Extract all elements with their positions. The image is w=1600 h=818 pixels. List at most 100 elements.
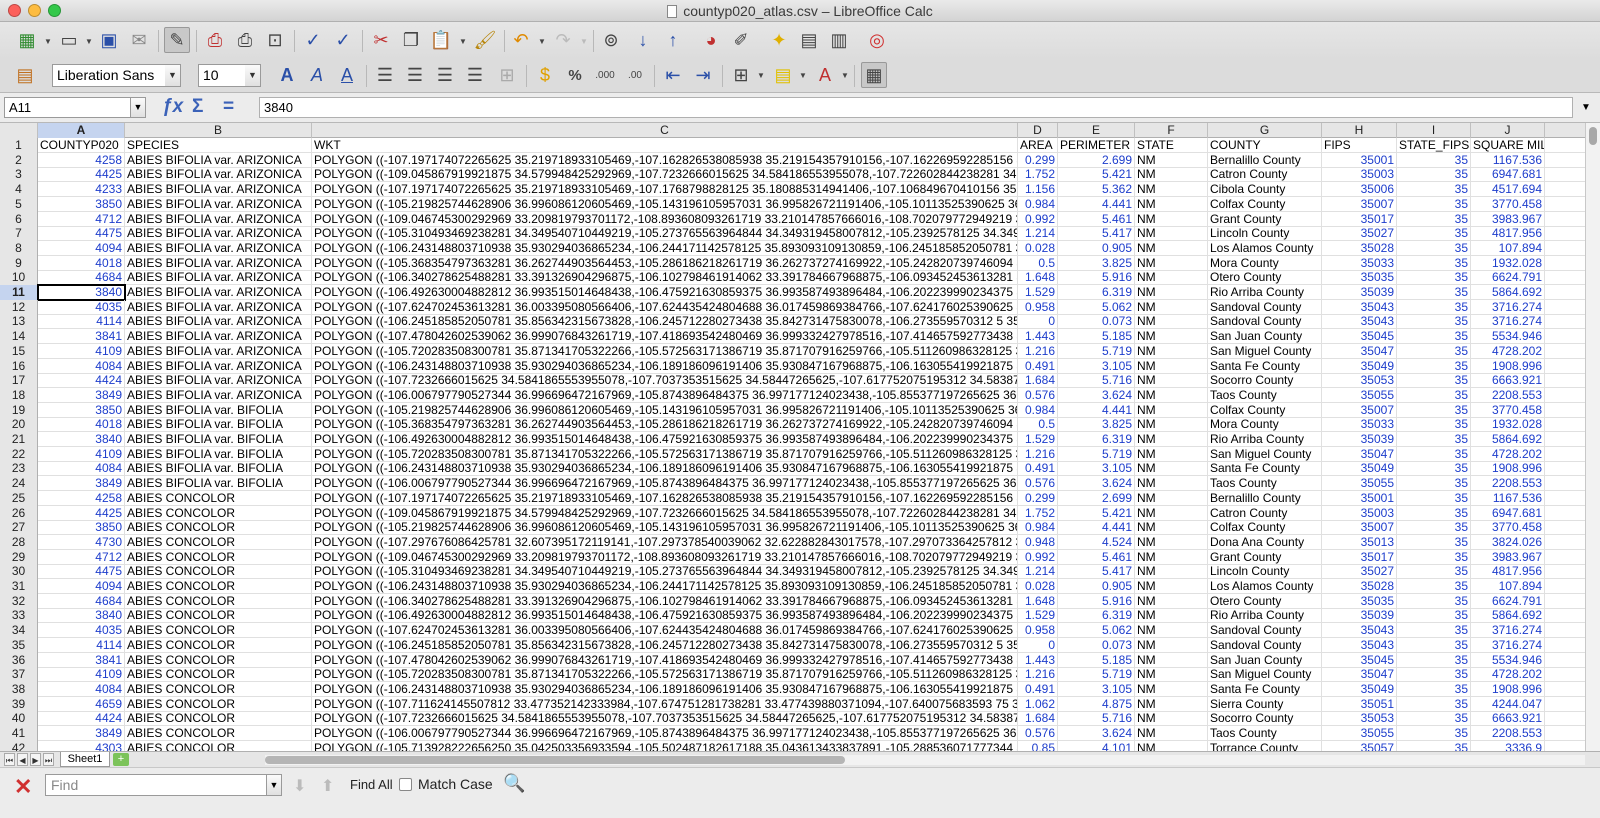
cell[interactable]: 35: [1397, 681, 1471, 697]
find-all-button[interactable]: Find All: [350, 777, 393, 792]
horizontal-scrollbar[interactable]: [265, 755, 1585, 765]
row-header[interactable]: 6: [0, 211, 38, 227]
cell[interactable]: 5.719: [1058, 446, 1135, 462]
cell[interactable]: San Miguel County: [1208, 343, 1322, 359]
cell[interactable]: 35043: [1322, 314, 1397, 330]
column-title-cell[interactable]: FIPS: [1322, 138, 1397, 153]
cell[interactable]: 35: [1397, 152, 1471, 168]
cell[interactable]: 4.101: [1058, 740, 1135, 751]
row-header[interactable]: 8: [0, 240, 38, 256]
cell[interactable]: 1.752: [1018, 505, 1058, 521]
cell[interactable]: ABIES BIFOLIA var. ARIZONICA: [125, 167, 312, 183]
vertical-scrollbar[interactable]: [1585, 123, 1600, 751]
cell[interactable]: NM: [1135, 314, 1208, 330]
cell[interactable]: 4475: [38, 564, 125, 580]
cell[interactable]: ABIES CONCOLOR: [125, 667, 312, 683]
cell[interactable]: 4035: [38, 299, 125, 315]
cell[interactable]: 3.624: [1058, 476, 1135, 492]
cell[interactable]: 1908.996: [1471, 461, 1545, 477]
cell[interactable]: 6.319: [1058, 432, 1135, 447]
cell[interactable]: 0.576: [1018, 726, 1058, 741]
cell[interactable]: POLYGON ((-106.245185852050781 35.856342…: [312, 314, 1018, 330]
cell[interactable]: 1932.028: [1471, 417, 1545, 433]
column-title-cell[interactable]: STATE: [1135, 138, 1208, 153]
cell[interactable]: 0.5: [1018, 417, 1058, 433]
font-color-icon[interactable]: A: [812, 62, 838, 88]
cell[interactable]: 35: [1397, 329, 1471, 345]
clone-formatting-icon[interactable]: 🖌: [472, 27, 498, 53]
cell[interactable]: 6.319: [1058, 285, 1135, 300]
row-header[interactable]: 34: [0, 623, 38, 639]
row-header[interactable]: 36: [0, 652, 38, 668]
cell[interactable]: 4684: [38, 593, 125, 609]
cell[interactable]: NM: [1135, 461, 1208, 477]
cell[interactable]: POLYGON ((-109.046745300292969 33.209819…: [312, 549, 1018, 565]
cell[interactable]: NM: [1135, 270, 1208, 286]
cell[interactable]: POLYGON ((-105.720283508300781 35.871341…: [312, 343, 1018, 359]
cell[interactable]: ABIES BIFOLIA var. ARIZONICA: [125, 240, 312, 256]
cell[interactable]: 35: [1397, 637, 1471, 653]
cell[interactable]: 1.156: [1018, 182, 1058, 198]
cell[interactable]: 3841: [38, 652, 125, 668]
cell[interactable]: Colfax County: [1208, 196, 1322, 212]
cell[interactable]: POLYGON ((-105.720283508300781 35.871341…: [312, 667, 1018, 683]
cell[interactable]: ABIES BIFOLIA var. ARIZONICA: [125, 343, 312, 359]
cell[interactable]: POLYGON ((-105.368354797363281 36.262744…: [312, 417, 1018, 433]
cell[interactable]: 4728.202: [1471, 446, 1545, 462]
cell[interactable]: NM: [1135, 681, 1208, 697]
previous-sheet-icon[interactable]: ◀: [17, 753, 28, 766]
column-header-b[interactable]: B: [125, 123, 312, 138]
cell[interactable]: NM: [1135, 564, 1208, 580]
cell[interactable]: ABIES CONCOLOR: [125, 726, 312, 741]
cell[interactable]: ABIES BIFOLIA var. ARIZONICA: [125, 196, 312, 212]
cell[interactable]: 1.529: [1018, 285, 1058, 300]
cell[interactable]: 35: [1397, 740, 1471, 751]
cell[interactable]: ABIES CONCOLOR: [125, 505, 312, 521]
cell[interactable]: 4109: [38, 343, 125, 359]
cell[interactable]: POLYGON ((-106.492630004882812 36.993515…: [312, 608, 1018, 624]
row-header[interactable]: 18: [0, 387, 38, 403]
chevron-down-icon[interactable]: ▼: [580, 37, 588, 46]
cell[interactable]: POLYGON ((-106.006797790527344 36.996696…: [312, 476, 1018, 492]
cell[interactable]: ABIES BIFOLIA var. ARIZONICA: [125, 255, 312, 271]
cell[interactable]: Sandoval County: [1208, 314, 1322, 330]
cell[interactable]: POLYGON ((-107.7232666015625 34.58418655…: [312, 373, 1018, 389]
currency-format-icon[interactable]: $: [532, 62, 558, 88]
cell[interactable]: 35: [1397, 446, 1471, 462]
cell[interactable]: 4233: [38, 182, 125, 198]
row-header[interactable]: 3: [0, 167, 38, 183]
column-header-f[interactable]: F: [1135, 123, 1208, 138]
cell[interactable]: 5.062: [1058, 299, 1135, 315]
cell[interactable]: 3770.458: [1471, 402, 1545, 418]
chevron-down-icon[interactable]: ▼: [459, 37, 467, 46]
cell[interactable]: 4425: [38, 167, 125, 183]
cell[interactable]: ABIES CONCOLOR: [125, 534, 312, 550]
find-replace-icon[interactable]: 🔍: [503, 773, 525, 794]
row-header[interactable]: 7: [0, 226, 38, 242]
cell[interactable]: NM: [1135, 343, 1208, 359]
cell[interactable]: NM: [1135, 417, 1208, 433]
cell[interactable]: 4094: [38, 579, 125, 594]
cell[interactable]: 35007: [1322, 402, 1397, 418]
cell[interactable]: POLYGON ((-109.045867919921875 34.579948…: [312, 505, 1018, 521]
cell[interactable]: 0.905: [1058, 240, 1135, 256]
cell[interactable]: Taos County: [1208, 476, 1322, 492]
cell[interactable]: ABIES BIFOLIA var. ARIZONICA: [125, 299, 312, 315]
cell[interactable]: Dona Ana County: [1208, 534, 1322, 550]
cell[interactable]: Catron County: [1208, 167, 1322, 183]
undo-icon[interactable]: ↶: [508, 27, 534, 53]
percent-format-icon[interactable]: %: [562, 62, 588, 88]
cell[interactable]: 4109: [38, 446, 125, 462]
name-box-dropdown-icon[interactable]: ▼: [130, 97, 146, 118]
cell[interactable]: 5.062: [1058, 623, 1135, 639]
cell[interactable]: Santa Fe County: [1208, 358, 1322, 374]
cell[interactable]: 35: [1397, 549, 1471, 565]
cell[interactable]: NM: [1135, 196, 1208, 212]
cell[interactable]: 4.441: [1058, 196, 1135, 212]
row-header[interactable]: 16: [0, 358, 38, 374]
paste-icon[interactable]: 📋: [428, 27, 454, 53]
cell[interactable]: 35: [1397, 211, 1471, 227]
cell[interactable]: 35049: [1322, 681, 1397, 697]
column-title-cell[interactable]: PERIMETER: [1058, 138, 1135, 153]
cell[interactable]: Grant County: [1208, 211, 1322, 227]
